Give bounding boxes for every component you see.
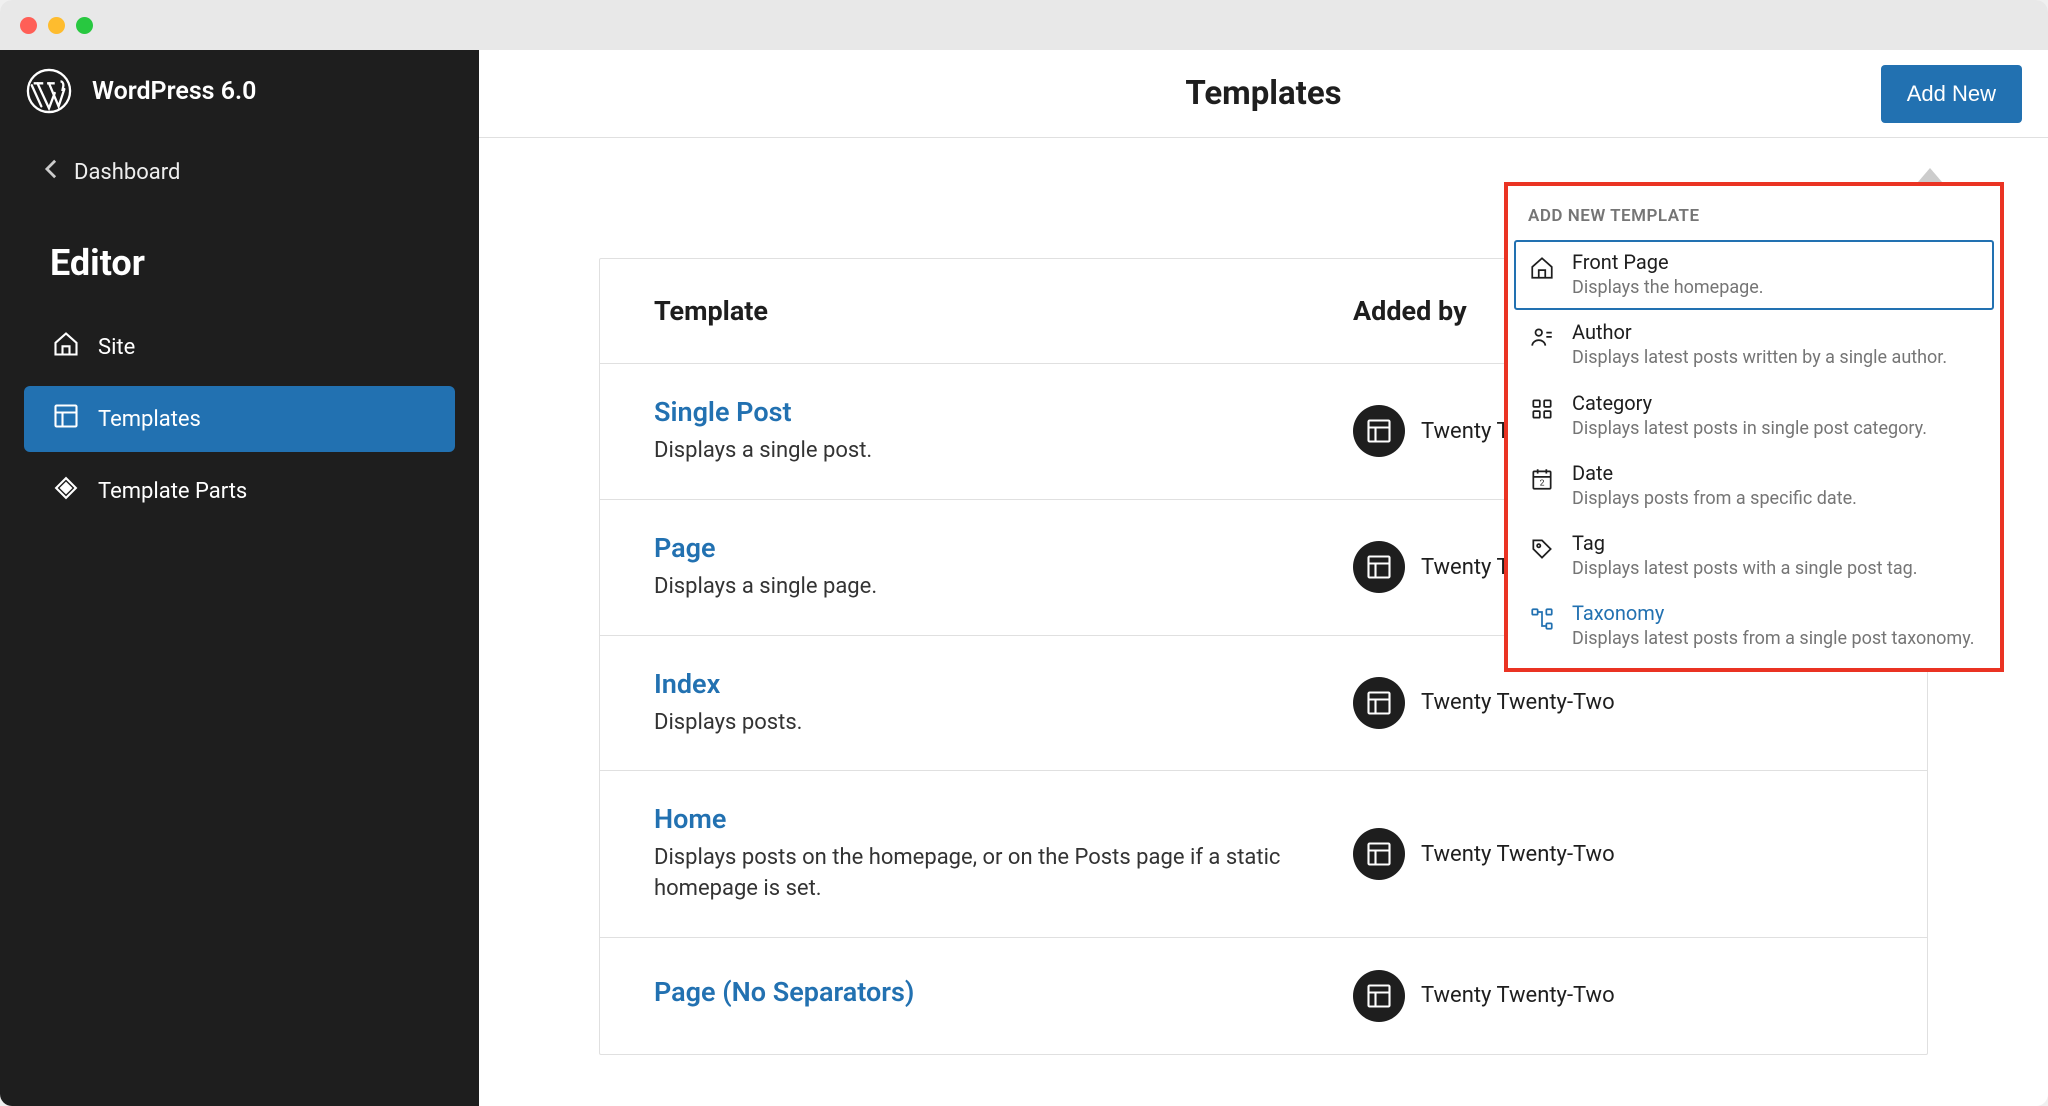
table-row: Page (No Separators) Twenty Twenty-Two (600, 938, 1927, 1054)
home-icon (1528, 254, 1556, 282)
back-link-label: Dashboard (74, 160, 180, 185)
dropdown-item-title: Tag (1572, 531, 1980, 555)
dropdown-item-taxonomy[interactable]: Taxonomy Displays latest posts from a si… (1514, 591, 1994, 661)
template-cell: Single Post Displays a single post. (654, 396, 1353, 467)
template-name-link[interactable]: Home (654, 803, 1353, 835)
template-cell: Index Displays posts. (654, 668, 1353, 739)
app-title: WordPress 6.0 (92, 77, 256, 106)
dropdown-item-desc: Displays the homepage. (1572, 276, 1980, 300)
app-body: WordPress 6.0 Dashboard Editor Site (0, 50, 2048, 1106)
sidebar-header: WordPress 6.0 (0, 50, 479, 144)
added-by-cell: Twenty Twenty-Two (1353, 970, 1873, 1022)
sidebar-item-template-parts[interactable]: Template Parts (24, 458, 455, 524)
window-titlebar (0, 0, 2048, 50)
dropdown-item-title: Date (1572, 461, 1980, 485)
column-header-template: Template (654, 295, 1353, 327)
dropdown-item-desc: Displays latest posts from a single post… (1572, 627, 1980, 651)
theme-name: Twenty Twenty-Two (1421, 690, 1615, 715)
dropdown-item-desc: Displays latest posts written by a singl… (1572, 346, 1980, 370)
theme-name: Twenty Twenty-Two (1421, 842, 1615, 867)
chevron-left-icon (44, 158, 58, 186)
sidebar-item-label: Templates (98, 407, 201, 432)
dropdown-item-title: Author (1572, 320, 1980, 344)
sidebar-nav: Site Templates Template Parts (0, 314, 479, 530)
template-cell: Page Displays a single page. (654, 532, 1353, 603)
template-name-link[interactable]: Index (654, 668, 1353, 700)
author-icon (1528, 324, 1556, 352)
theme-badge-icon (1353, 405, 1405, 457)
dropdown-item-author[interactable]: Author Displays latest posts written by … (1514, 310, 1994, 380)
theme-name: Twenty Twenty-Two (1421, 983, 1615, 1008)
sidebar: WordPress 6.0 Dashboard Editor Site (0, 50, 479, 1106)
app-window: WordPress 6.0 Dashboard Editor Site (0, 0, 2048, 1106)
calendar-icon: 2 (1528, 465, 1556, 493)
window-maximize-button[interactable] (76, 17, 93, 34)
dropdown-item-date[interactable]: 2 Date Displays posts from a specific da… (1514, 451, 1994, 521)
dropdown-item-category[interactable]: Category Displays latest posts in single… (1514, 381, 1994, 451)
window-close-button[interactable] (20, 17, 37, 34)
template-name-link[interactable]: Page (No Separators) (654, 976, 1353, 1008)
template-description: Displays a single page. (654, 572, 1353, 603)
dropdown-item-desc: Displays posts from a specific date. (1572, 487, 1980, 511)
template-description: Displays posts on the homepage, or on th… (654, 843, 1353, 905)
dropdown-item-desc: Displays latest posts in single post cat… (1572, 417, 1980, 441)
template-parts-icon (52, 474, 80, 508)
template-cell: Home Displays posts on the homepage, or … (654, 803, 1353, 905)
template-description: Displays posts. (654, 708, 1353, 739)
table-row: Home Displays posts on the homepage, or … (600, 771, 1927, 938)
dropdown-item-text: Author Displays latest posts written by … (1572, 320, 1980, 370)
tag-icon (1528, 535, 1556, 563)
template-name-link[interactable]: Single Post (654, 396, 1353, 428)
add-new-template-dropdown: Add New Template Front Page Displays the… (1504, 182, 2004, 672)
sidebar-heading: Editor (0, 200, 479, 314)
layout-icon (52, 402, 80, 436)
category-icon (1528, 395, 1556, 423)
template-description: Displays a single post. (654, 436, 1353, 467)
dropdown-item-front-page[interactable]: Front Page Displays the homepage. (1514, 240, 1994, 310)
topbar: Templates Add New (479, 50, 2048, 138)
dropdown-item-text: Category Displays latest posts in single… (1572, 391, 1980, 441)
added-by-cell: Twenty Twenty-Two (1353, 828, 1873, 880)
sidebar-item-site[interactable]: Site (24, 314, 455, 380)
template-cell: Page (No Separators) (654, 976, 1353, 1016)
sidebar-item-label: Template Parts (98, 479, 247, 504)
dropdown-item-text: Date Displays posts from a specific date… (1572, 461, 1980, 511)
dropdown-item-text: Tag Displays latest posts with a single … (1572, 531, 1980, 581)
back-to-dashboard-link[interactable]: Dashboard (0, 144, 479, 200)
dropdown-item-text: Taxonomy Displays latest posts from a si… (1572, 601, 1980, 651)
taxonomy-icon (1528, 605, 1556, 633)
main-content: Templates Add New Template Added by Sing… (479, 50, 2048, 1106)
page-title: Templates (1185, 74, 1341, 113)
home-icon (52, 330, 80, 364)
dropdown-item-title: Front Page (1572, 250, 1980, 274)
theme-badge-icon (1353, 677, 1405, 729)
theme-badge-icon (1353, 970, 1405, 1022)
theme-badge-icon (1353, 541, 1405, 593)
sidebar-item-label: Site (98, 335, 135, 360)
dropdown-item-desc: Displays latest posts with a single post… (1572, 557, 1980, 581)
theme-badge-icon (1353, 828, 1405, 880)
dropdown-item-title: Category (1572, 391, 1980, 415)
template-name-link[interactable]: Page (654, 532, 1353, 564)
sidebar-item-templates[interactable]: Templates (24, 386, 455, 452)
add-new-button[interactable]: Add New (1881, 65, 2022, 123)
added-by-cell: Twenty Twenty-Two (1353, 677, 1873, 729)
window-minimize-button[interactable] (48, 17, 65, 34)
dropdown-item-text: Front Page Displays the homepage. (1572, 250, 1980, 300)
dropdown-item-title: Taxonomy (1572, 601, 1980, 625)
svg-text:2: 2 (1540, 478, 1545, 488)
dropdown-item-tag[interactable]: Tag Displays latest posts with a single … (1514, 521, 1994, 591)
wordpress-logo-icon (26, 68, 72, 114)
dropdown-heading: Add New Template (1514, 192, 1994, 240)
